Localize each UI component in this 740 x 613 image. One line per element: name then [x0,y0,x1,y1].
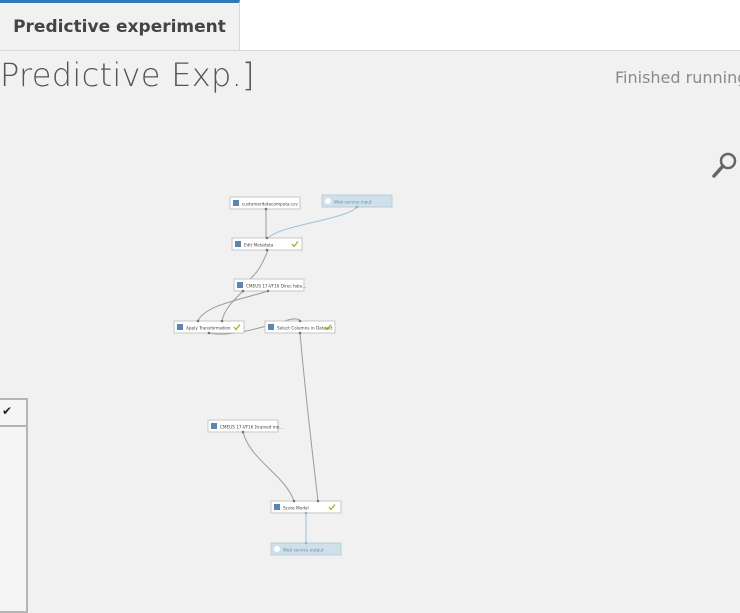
module-customer-data[interactable]: customerdatacomputa.csv [229,196,301,211]
connection-select-score [299,332,319,502]
module-edit-metadata[interactable]: Edit Metadata [231,236,303,252]
module-apply-transformation[interactable]: Apply Transformation [173,319,245,335]
input-port[interactable] [316,499,320,503]
check-icon: ✔ [2,404,13,418]
output-port[interactable] [241,289,245,293]
module-label: Edit Metadata [244,243,274,248]
module-label: CMEUS 17-VF16 [trained mo... [220,425,283,430]
module-trained-model[interactable]: CMEUS 17-VF16 [trained mo... [207,419,283,434]
module-icon [177,324,183,330]
output-port[interactable] [265,248,269,252]
input-port[interactable] [265,236,269,240]
module-web-service-output[interactable]: Web service output [270,541,342,556]
input-port[interactable] [304,541,308,545]
output-port[interactable] [207,331,211,335]
output-port[interactable] [264,207,268,211]
input-port[interactable] [292,499,296,503]
side-panel-header[interactable]: ✔ [0,400,28,427]
module-score-model[interactable]: Score Model [270,499,342,515]
module-label: Apply Transformation [186,326,231,331]
dataset-icon [233,200,239,206]
output-port[interactable] [266,289,270,293]
module-icon [268,324,274,330]
input-port[interactable] [196,319,200,323]
module-select-columns[interactable]: Select Columns in Dataset [264,319,336,335]
connections [197,206,358,543]
connection-transform-apply-right [221,290,244,322]
module-icon [237,282,243,288]
module-icon [274,504,280,510]
module-label: Select Columns in Dataset [277,326,333,331]
module-web-service-input[interactable]: Web service input [321,194,393,209]
module-icon [211,423,217,429]
webservice-icon [325,198,331,204]
connection-webinput-editmetadata [267,206,358,239]
module-label: Web service output [283,548,324,553]
connection-trained-score [242,431,295,502]
side-panel[interactable]: ✔ [0,398,28,613]
module-label: Web service input [334,200,372,205]
module-transform[interactable]: CMEUS 17-VF16 Direc fabu... [233,278,306,293]
connection-editmetadata-transform [249,249,269,280]
input-port[interactable] [298,319,302,323]
module-label: Score Model [283,506,309,511]
module-icon [235,241,241,247]
connection-transform-apply-left [197,290,269,322]
module-label: customerdatacomputa.csv [242,202,298,207]
output-port[interactable] [304,511,308,515]
experiment-canvas[interactable]: customerdatacomputa.csv Web service inpu… [0,0,740,609]
output-port[interactable] [298,331,302,335]
module-label: CMEUS 17-VF16 Direc fabu... [246,284,306,289]
output-port[interactable] [241,430,245,434]
webservice-icon [274,546,280,552]
output-port[interactable] [355,205,359,209]
input-port[interactable] [220,319,224,323]
